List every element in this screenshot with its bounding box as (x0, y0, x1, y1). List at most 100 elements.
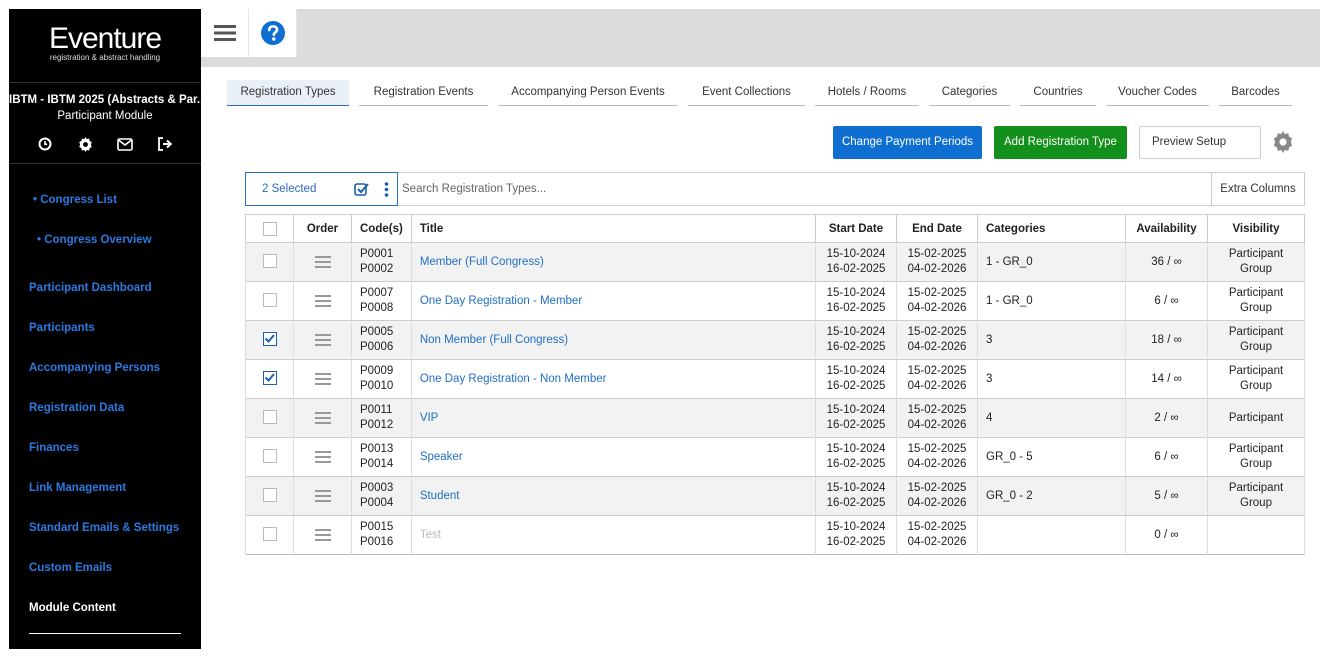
header-availability[interactable]: Availability (1125, 214, 1208, 243)
row-title-link[interactable]: One Day Registration - Member (420, 295, 582, 307)
tab-accompanying-person-events[interactable]: Accompanying Person Events (498, 80, 678, 106)
sidebar-item-accompanying-persons[interactable]: Accompanying Persons (9, 360, 201, 400)
tab-registration-events[interactable]: Registration Events (359, 80, 488, 106)
tab-barcodes[interactable]: Barcodes (1219, 80, 1292, 106)
drag-handle-icon[interactable] (314, 409, 331, 427)
drag-handle-icon[interactable] (314, 370, 331, 388)
table-row[interactable]: P0011 P0012 VIP 15-10-2024 16-02-2025 15-02-2… (245, 398, 1305, 438)
row-title-link[interactable]: VIP (420, 412, 439, 424)
header-title[interactable]: Title (410, 214, 817, 243)
sidebar-item-standard-emails[interactable]: Standard Emails & Settings (9, 520, 201, 560)
extra-columns-button[interactable]: Extra Columns (1211, 173, 1304, 205)
header-categories[interactable]: Categories (977, 214, 1126, 243)
preview-setup-button[interactable]: Preview Setup (1139, 126, 1261, 159)
congress-list-link[interactable]: • Congress List (9, 192, 201, 232)
menu-icon[interactable] (201, 9, 249, 57)
row-categories: 1 - GR_0 (977, 281, 1126, 321)
drag-handle-icon[interactable] (314, 331, 331, 349)
row-title-link[interactable]: Student (420, 490, 460, 502)
tab-hotels-rooms[interactable]: Hotels / Rooms (815, 80, 919, 106)
table-row[interactable]: P0005 P0006 Non Member (Full Congress) 15-1… (245, 320, 1305, 360)
end-date: 04-02-2026 (907, 263, 967, 275)
congress-overview-link[interactable]: • Congress Overview (9, 232, 201, 272)
drag-handle-icon[interactable] (314, 292, 331, 310)
sidebar-item-finances[interactable]: Finances (9, 440, 201, 480)
drag-handle-icon[interactable] (314, 526, 331, 544)
sidebar-item-registration-data[interactable]: Registration Data (9, 400, 201, 440)
table-row[interactable]: P0009 P0010 One Day Registration - Non Mem… (245, 359, 1305, 399)
header-end-date[interactable]: End Date (896, 214, 978, 243)
header-select-all[interactable] (245, 214, 294, 243)
row-codes: P0013 P0014 (351, 437, 412, 477)
drag-handle-icon[interactable] (314, 253, 331, 271)
drag-handle-icon[interactable] (314, 487, 331, 505)
sidebar-item-participant-dashboard[interactable]: Participant Dashboard (9, 280, 201, 320)
row-title-link[interactable]: Test (420, 529, 441, 541)
start-date: 16-02-2025 (826, 302, 886, 314)
start-date: 16-02-2025 (826, 380, 886, 392)
logout-icon[interactable] (155, 134, 175, 154)
header-codes[interactable]: Code(s) (351, 214, 412, 243)
row-checkbox[interactable] (262, 449, 277, 464)
table-row[interactable]: P0015 P0016 Test 15-10-2024 16-02-2025 15-02-… (245, 515, 1305, 555)
row-availability: 14 / ∞ (1125, 359, 1208, 399)
start-date: 15-10-2024 (826, 365, 886, 377)
table-row[interactable]: P0003 P0004 Student 15-10-2024 16-02-2025 15-… (245, 476, 1305, 516)
row-checkbox[interactable] (262, 371, 277, 386)
search-input[interactable] (402, 175, 1202, 203)
table-row[interactable]: P0001 P0002 Member (Full Congress) 15-10-20… (245, 242, 1305, 282)
row-visibility: Participant Group (1207, 476, 1305, 516)
row-title-link[interactable]: Non Member (Full Congress) (420, 334, 568, 346)
end-date: 15-02-2025 (907, 248, 967, 260)
mail-icon[interactable] (115, 134, 135, 154)
sidebar-item-custom-emails[interactable]: Custom Emails (9, 560, 201, 600)
visibility-value: Group (1240, 497, 1272, 509)
row-title-link[interactable]: Speaker (420, 451, 463, 463)
row-availability: 6 / ∞ (1125, 437, 1208, 477)
end-date: 04-02-2026 (907, 302, 967, 314)
help-icon[interactable] (249, 9, 297, 57)
select-all-checkbox[interactable] (262, 221, 277, 236)
tab-voucher-codes[interactable]: Voucher Codes (1106, 80, 1209, 106)
active-item-underline (29, 633, 181, 634)
visibility-value: Group (1240, 341, 1272, 353)
row-categories: GR_0 - 2 (977, 476, 1126, 516)
tab-registration-types[interactable]: Registration Types (227, 80, 349, 106)
row-end-dates: 15-02-2025 04-02-2026 (896, 281, 978, 321)
sidebar-item-link-management[interactable]: Link Management (9, 480, 201, 520)
tab-event-collections[interactable]: Event Collections (688, 80, 805, 106)
bulk-actions-menu-icon[interactable] (384, 182, 389, 200)
row-categories: 3 (977, 320, 1126, 360)
tab-countries[interactable]: Countries (1020, 80, 1096, 106)
settings-gear-icon[interactable] (1272, 131, 1296, 155)
change-payment-periods-button[interactable]: Change Payment Periods (833, 126, 982, 159)
row-title-cell: Speaker (410, 437, 817, 477)
row-checkbox[interactable] (262, 332, 277, 347)
end-date: 15-02-2025 (907, 521, 967, 533)
header-visibility[interactable]: Visibility (1207, 214, 1305, 243)
sidebar-item-participants[interactable]: Participants (9, 320, 201, 360)
start-date: 15-10-2024 (826, 521, 886, 533)
table-header-row: Order Code(s) Title Start Date End Date … (245, 214, 1305, 243)
end-date: 15-02-2025 (907, 365, 967, 377)
row-title-link[interactable]: Member (Full Congress) (420, 256, 544, 268)
code-value: P0002 (360, 263, 394, 275)
tab-categories[interactable]: Categories (929, 80, 1010, 106)
row-checkbox[interactable] (262, 488, 277, 503)
header-order[interactable]: Order (293, 214, 352, 243)
select-all-check-icon[interactable] (354, 182, 369, 200)
header-start-date[interactable]: Start Date (815, 214, 897, 243)
clock-icon[interactable] (35, 134, 55, 154)
table-row[interactable]: P0013 P0014 Speaker 15-10-2024 16-02-2025 15-… (245, 437, 1305, 477)
row-checkbox[interactable] (262, 293, 277, 308)
sidebar-item-module-content[interactable]: Module Content (9, 600, 201, 640)
end-date: 15-02-2025 (907, 404, 967, 416)
row-checkbox[interactable] (262, 527, 277, 542)
drag-handle-icon[interactable] (314, 448, 331, 466)
row-checkbox[interactable] (262, 254, 277, 269)
row-title-link[interactable]: One Day Registration - Non Member (420, 373, 607, 385)
table-row[interactable]: P0007 P0008 One Day Registration - Member 1… (245, 281, 1305, 321)
row-checkbox[interactable] (262, 410, 277, 425)
gear-icon[interactable] (75, 134, 95, 154)
add-registration-type-button[interactable]: Add Registration Type (994, 126, 1127, 159)
